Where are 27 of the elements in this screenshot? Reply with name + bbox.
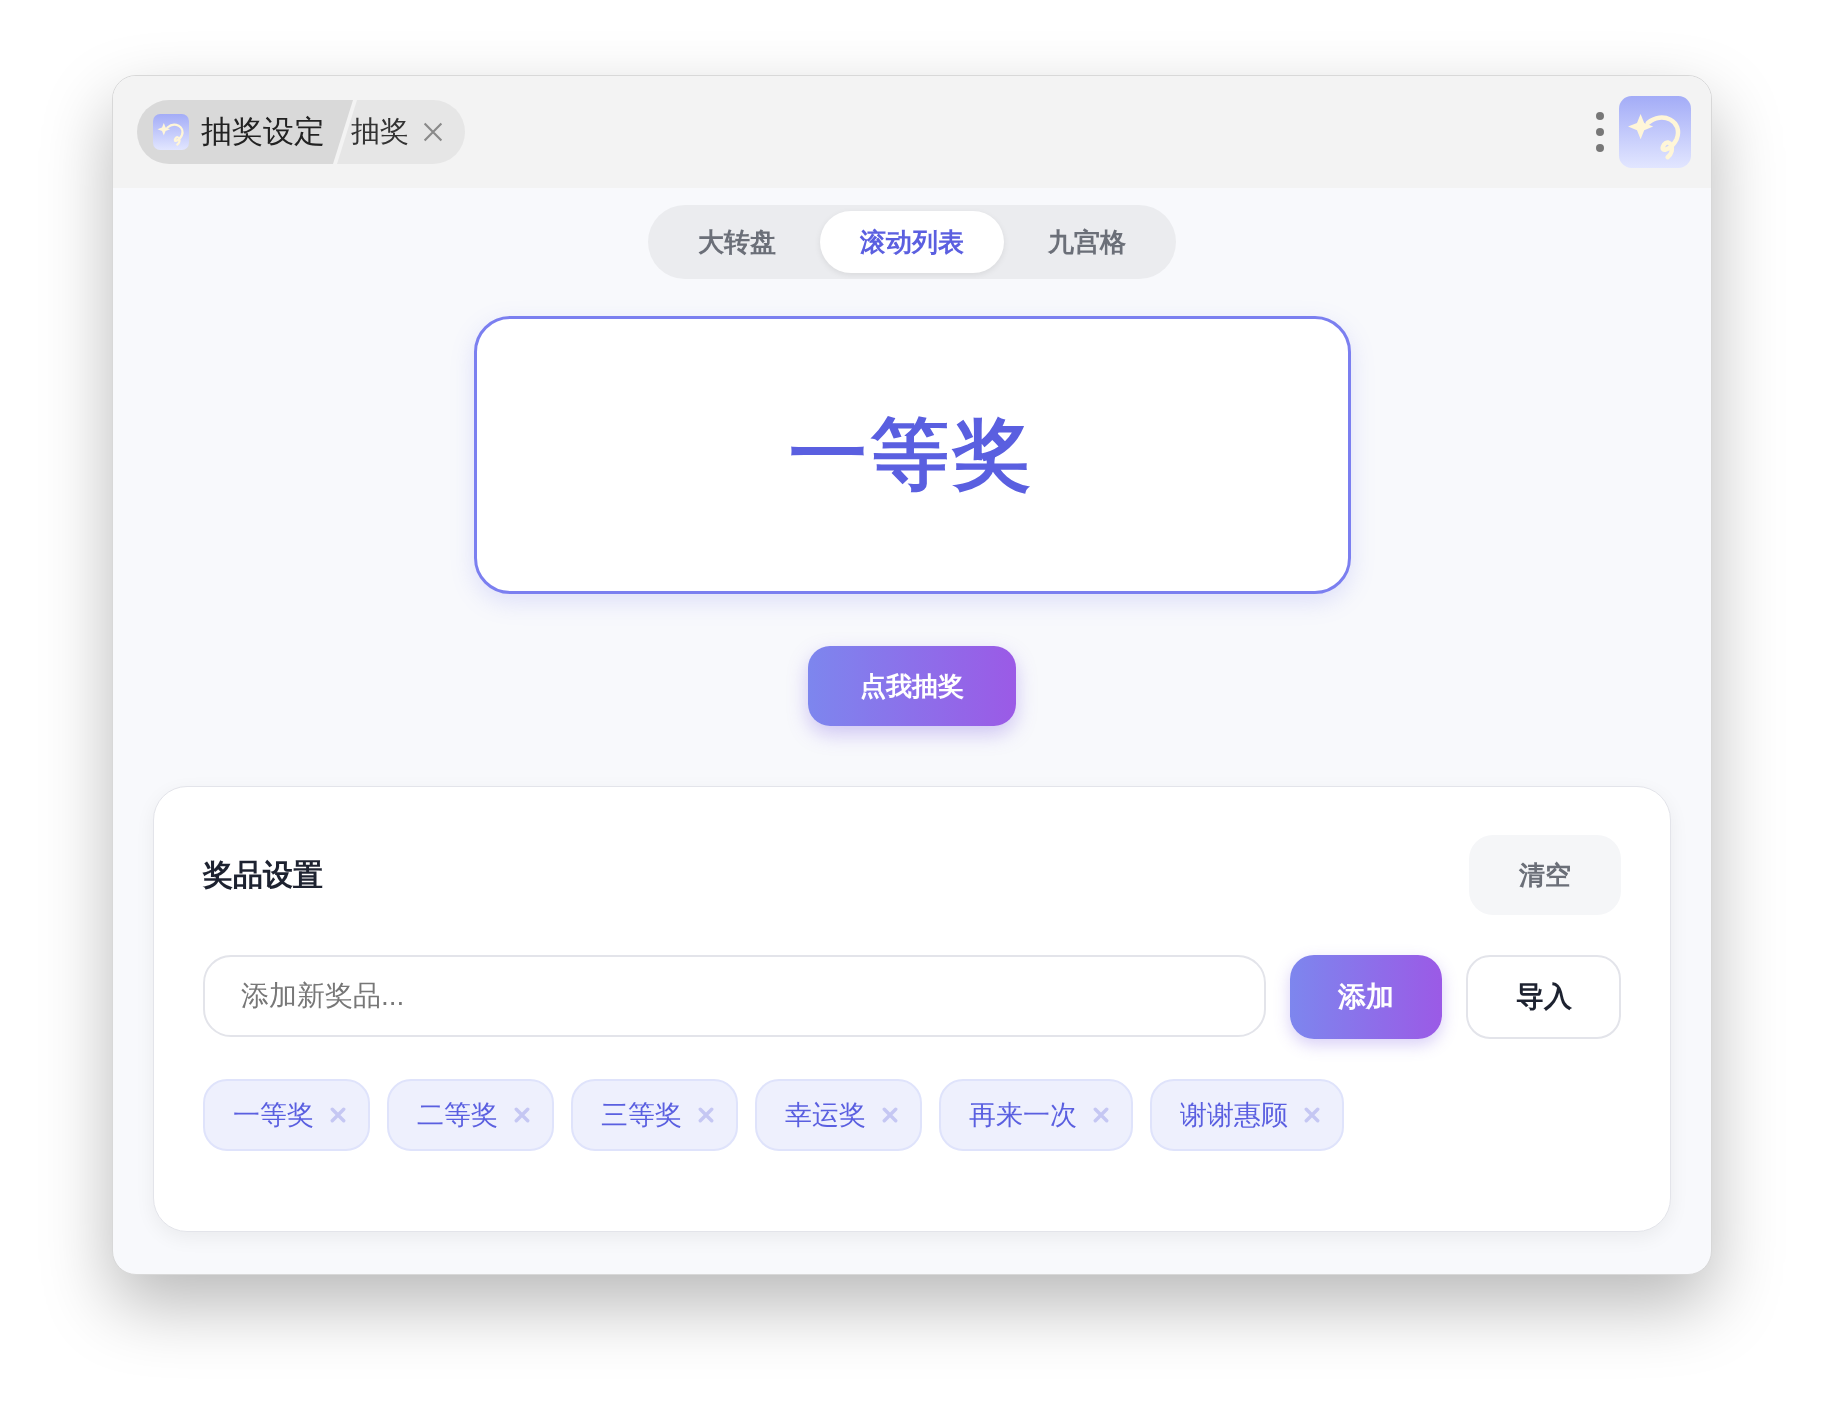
result-text: 一等奖 [789, 408, 1035, 500]
prize-label: 幸运奖 [785, 1099, 866, 1132]
remove-icon[interactable] [1093, 1107, 1109, 1123]
draw-button[interactable]: 点我抽奖 [808, 646, 1016, 726]
prize-label: 二等奖 [417, 1099, 498, 1132]
mode-tab[interactable]: 九宫格 [1004, 211, 1170, 273]
prize-label: 再来一次 [969, 1099, 1077, 1132]
title-tab[interactable]: 抽奖 [337, 100, 465, 164]
prize-input-field[interactable]: 添加新奖品... [203, 955, 1266, 1037]
clear-button[interactable]: 清空 [1469, 835, 1621, 915]
sparkle-icon [153, 114, 189, 150]
close-icon[interactable] [421, 120, 445, 144]
more-icon[interactable] [1595, 111, 1605, 153]
remove-icon[interactable] [514, 1107, 530, 1123]
remove-icon[interactable] [698, 1107, 714, 1123]
prize-label: 谢谢惠顾 [1180, 1099, 1288, 1132]
prize-label: 一等奖 [233, 1099, 314, 1132]
import-button[interactable]: 导入 [1466, 955, 1621, 1039]
sparkle-icon[interactable] [1619, 96, 1691, 168]
remove-icon[interactable] [1304, 1107, 1320, 1123]
remove-icon[interactable] [882, 1107, 898, 1123]
mode-tab[interactable]: 大转盘 [654, 211, 820, 273]
prize-label: 三等奖 [601, 1099, 682, 1132]
add-button[interactable]: 添加 [1290, 955, 1442, 1039]
panel-title: 奖品设置 [203, 856, 323, 893]
remove-icon[interactable] [330, 1107, 346, 1123]
mode-tab[interactable]: 滚动列表 [820, 211, 1004, 273]
